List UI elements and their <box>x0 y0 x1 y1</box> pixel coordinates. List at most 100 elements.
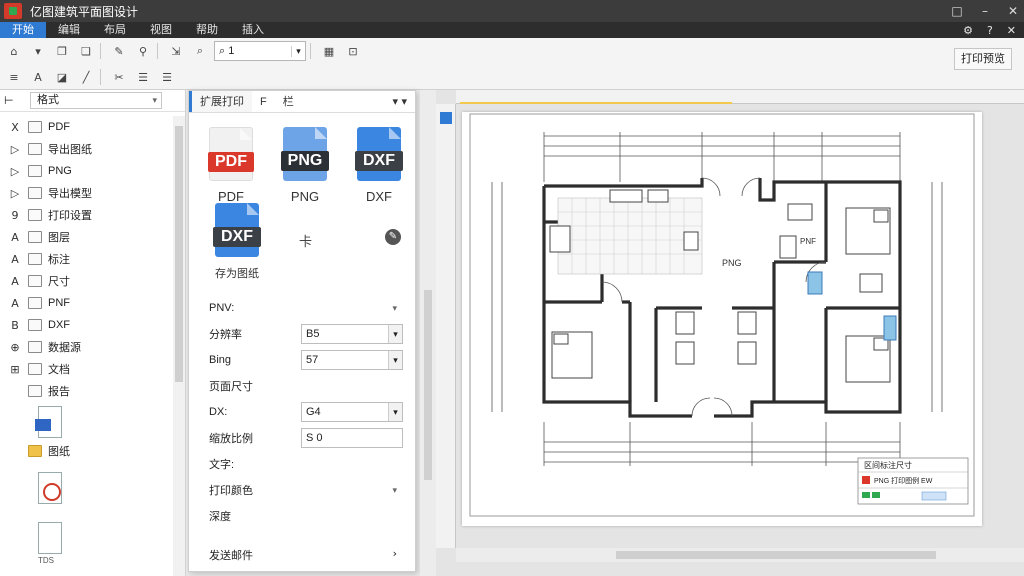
file-icon <box>28 363 42 375</box>
zoom-select-icon[interactable]: ⌕ <box>190 42 210 60</box>
form-label: 页面尺寸 <box>209 381 253 393</box>
line-color-icon[interactable]: ╱ <box>76 68 96 86</box>
new-file-icon[interactable]: ▾ <box>28 42 48 60</box>
scale-input[interactable]: S 0 <box>301 428 403 448</box>
minimize-icon[interactable]: – <box>978 4 992 18</box>
sidebar-scrollbar[interactable] <box>173 116 185 576</box>
sidebar-item[interactable]: ▷ 导出模型 <box>0 182 172 204</box>
close-icon[interactable]: X <box>6 121 24 134</box>
sidebar-item[interactable]: A 标注 <box>0 248 172 270</box>
settings-icon[interactable]: ⚙ <box>963 24 973 37</box>
pdf-file-icon[interactable] <box>38 472 62 504</box>
card-option[interactable]: 卡 <box>299 231 312 250</box>
sidebar-item[interactable]: ⊞ 文档 <box>0 358 172 380</box>
close-doc-icon[interactable]: ✕ <box>1007 24 1016 37</box>
send-email-row[interactable]: 发送邮件 › <box>209 547 405 563</box>
sidebar-item[interactable]: 9 打印设置 <box>0 204 172 226</box>
font-color-icon[interactable]: A <box>28 68 48 86</box>
toolbar-divider <box>310 43 311 59</box>
png-icon: PNG <box>281 127 329 181</box>
menu-layout[interactable]: 布局 <box>92 22 138 38</box>
copy-icon[interactable]: ❐ <box>52 42 72 60</box>
drawing-canvas[interactable]: PNG PNF 区间标注尺寸 PNG 打印图例 EW <box>436 90 1024 576</box>
file-icon <box>28 231 42 243</box>
fill-color-icon[interactable]: ◪ <box>52 68 72 86</box>
sidebar-item[interactable]: 报告 <box>0 380 172 402</box>
sidebar-item[interactable]: ▷ 导出图纸 <box>0 138 172 160</box>
room-label: PNF <box>800 237 816 246</box>
expand-icon[interactable]: ▷ <box>6 165 24 178</box>
canvas-hscrollbar[interactable] <box>456 548 1024 562</box>
align-icon[interactable]: ⊡ <box>343 42 363 60</box>
align-center-icon[interactable]: ☰ <box>157 68 177 86</box>
tab-column[interactable]: 栏 <box>275 91 302 112</box>
panel-icon[interactable]: ⊢ <box>4 94 20 107</box>
sidebar-item[interactable]: A 尺寸 <box>0 270 172 292</box>
sidebar-item[interactable]: ▷ PNG <box>0 160 172 182</box>
zoom-value: 1 <box>228 45 235 57</box>
restore-icon[interactable]: □ <box>950 4 964 18</box>
zoom-input[interactable]: ⌕ 1 ▾ <box>214 41 306 61</box>
menu-edit[interactable]: 编辑 <box>46 22 92 38</box>
scissors-icon[interactable]: ✂ <box>109 68 129 86</box>
scroll-thumb[interactable] <box>616 551 936 559</box>
print-preview-button[interactable]: 打印预览 <box>954 48 1012 70</box>
scroll-thumb[interactable] <box>175 126 183 382</box>
format-painter-icon[interactable]: ✎ <box>109 42 129 60</box>
dx-select[interactable]: G4 ▾ <box>301 402 403 422</box>
format-label: 存为图纸 <box>215 268 259 280</box>
tab-export-print[interactable]: 扩展打印 <box>189 91 252 112</box>
bing-select[interactable]: 57 ▾ <box>301 350 403 370</box>
legend-title: 区间标注尺寸 <box>864 460 912 470</box>
expand-icon[interactable]: ▷ <box>6 187 24 200</box>
chevron-down-icon[interactable]: ▾ <box>392 303 397 314</box>
bath-fixture <box>807 271 823 295</box>
home-icon[interactable]: ⌂ <box>4 42 24 60</box>
format-pdf[interactable]: PDF PDF <box>207 127 255 204</box>
sidebar-format-select[interactable]: 格式 <box>30 92 162 109</box>
line-weight-icon[interactable]: ≡ <box>4 68 24 86</box>
edit-icon[interactable]: ✎ <box>385 229 401 245</box>
expand-icon[interactable]: ▷ <box>6 143 24 156</box>
chevron-down-icon[interactable]: ▾ <box>388 403 402 421</box>
word-file-icon[interactable] <box>35 406 62 438</box>
format-dxf[interactable]: DXF DXF <box>355 127 403 204</box>
sidebar-item[interactable]: B DXF <box>0 314 172 336</box>
panel-splitter[interactable] <box>420 90 436 576</box>
kitchen-tiles <box>557 197 703 275</box>
drawing-sheet[interactable]: PNG PNF 区间标注尺寸 PNG 打印图例 EW <box>462 112 982 526</box>
splitter-thumb[interactable] <box>424 290 432 480</box>
select-icon[interactable]: ⇲ <box>166 42 186 60</box>
chevron-down-icon[interactable]: ▾ <box>291 45 305 57</box>
form-label: 分辨率 <box>209 329 242 341</box>
sidebar-item[interactable]: ⊕ 数据源 <box>0 336 172 358</box>
paste-icon[interactable]: ❏ <box>76 42 96 60</box>
sidebar-item[interactable]: A 图层 <box>0 226 172 248</box>
format-save-drawing[interactable]: DXF 存为图纸 <box>207 203 267 281</box>
menu-view[interactable]: 视图 <box>138 22 184 38</box>
chevron-down-icon[interactable]: ▾ <box>392 485 397 496</box>
sidebar-item[interactable]: X PDF <box>0 116 172 138</box>
help-icon[interactable]: ? <box>987 24 993 37</box>
chevron-right-icon[interactable]: › <box>393 547 397 560</box>
menu-home[interactable]: 开始 <box>0 22 46 38</box>
tab-more[interactable]: ▾ ▾ <box>384 91 415 112</box>
close-icon[interactable]: ✕ <box>1006 4 1020 18</box>
format-png[interactable]: PNG PNG <box>281 127 329 204</box>
file-icon <box>28 187 42 199</box>
chevron-down-icon[interactable]: ▾ <box>388 351 402 369</box>
link-icon[interactable]: ⚲ <box>133 42 153 60</box>
chevron-down-icon[interactable]: ▾ <box>388 325 402 343</box>
sidebar-item[interactable]: 图纸 <box>0 440 172 462</box>
menu-insert[interactable]: 插入 <box>230 22 276 38</box>
menu-help[interactable]: 帮助 <box>184 22 230 38</box>
grid-icon[interactable]: ▦ <box>319 42 339 60</box>
text-icon: A <box>11 296 19 310</box>
send-email-label: 发送邮件 <box>209 550 253 562</box>
align-left-icon[interactable]: ☰ <box>133 68 153 86</box>
resolution-select[interactable]: B5 ▾ <box>301 324 403 344</box>
text-file-icon[interactable] <box>38 522 62 554</box>
sidebar-item[interactable]: A PNF <box>0 292 172 314</box>
tab-format[interactable]: F <box>252 91 275 112</box>
ruler-marker-icon[interactable] <box>440 112 452 124</box>
